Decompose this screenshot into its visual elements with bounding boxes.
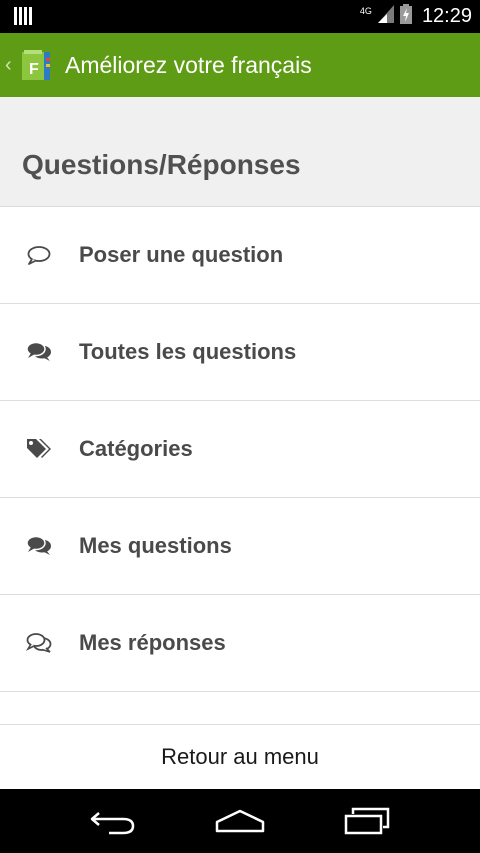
home-icon[interactable] bbox=[210, 801, 270, 841]
signal-icon bbox=[377, 5, 394, 28]
menu-item-label: Poser une question bbox=[79, 242, 284, 267]
speech-bubble-outline-icon bbox=[26, 244, 52, 266]
network-type-label: 4G bbox=[359, 5, 372, 16]
clock: 12:29 bbox=[421, 5, 472, 27]
section-header: Questions/Réponses bbox=[0, 97, 480, 207]
app-title: Améliorez votre français bbox=[65, 51, 312, 78]
chat-bubbles-icon bbox=[26, 535, 52, 557]
notification-icon bbox=[14, 7, 32, 30]
menu-item-my-questions[interactable]: Mes questions bbox=[0, 498, 480, 595]
section-title: Questions/Réponses bbox=[22, 149, 301, 180]
menu-item-label: Mes questions bbox=[79, 533, 232, 558]
menu-item-categories[interactable]: Catégories bbox=[0, 401, 480, 498]
action-bar: ‹ F Améliorez votre français bbox=[0, 33, 480, 97]
tags-icon bbox=[26, 438, 52, 460]
menu-item-label: Toutes les questions bbox=[79, 339, 297, 364]
menu-item-label: Catégories bbox=[79, 436, 193, 461]
menu-list: Poser une question Toutes les questions … bbox=[0, 207, 480, 692]
menu-item-all-questions[interactable]: Toutes les questions bbox=[0, 304, 480, 401]
return-to-menu-button[interactable]: Retour au menu bbox=[0, 724, 480, 789]
menu-item-ask-question[interactable]: Poser une question bbox=[0, 207, 480, 304]
return-to-menu-label: Retour au menu bbox=[161, 744, 319, 769]
menu-item-label: Mes réponses bbox=[79, 630, 226, 655]
chat-bubbles-outline-icon bbox=[26, 632, 52, 654]
chat-bubbles-icon bbox=[26, 341, 52, 363]
up-navigation-icon[interactable]: ‹ bbox=[5, 54, 19, 77]
system-navigation-bar bbox=[0, 789, 480, 853]
status-bar: 4G 12:29 bbox=[0, 0, 480, 33]
app-logo[interactable]: F bbox=[22, 48, 52, 82]
app-logo-letter: F bbox=[29, 61, 39, 78]
back-icon[interactable] bbox=[83, 801, 143, 841]
battery-icon bbox=[399, 4, 412, 29]
recent-apps-icon[interactable] bbox=[337, 801, 397, 841]
menu-item-my-answers[interactable]: Mes réponses bbox=[0, 595, 480, 692]
